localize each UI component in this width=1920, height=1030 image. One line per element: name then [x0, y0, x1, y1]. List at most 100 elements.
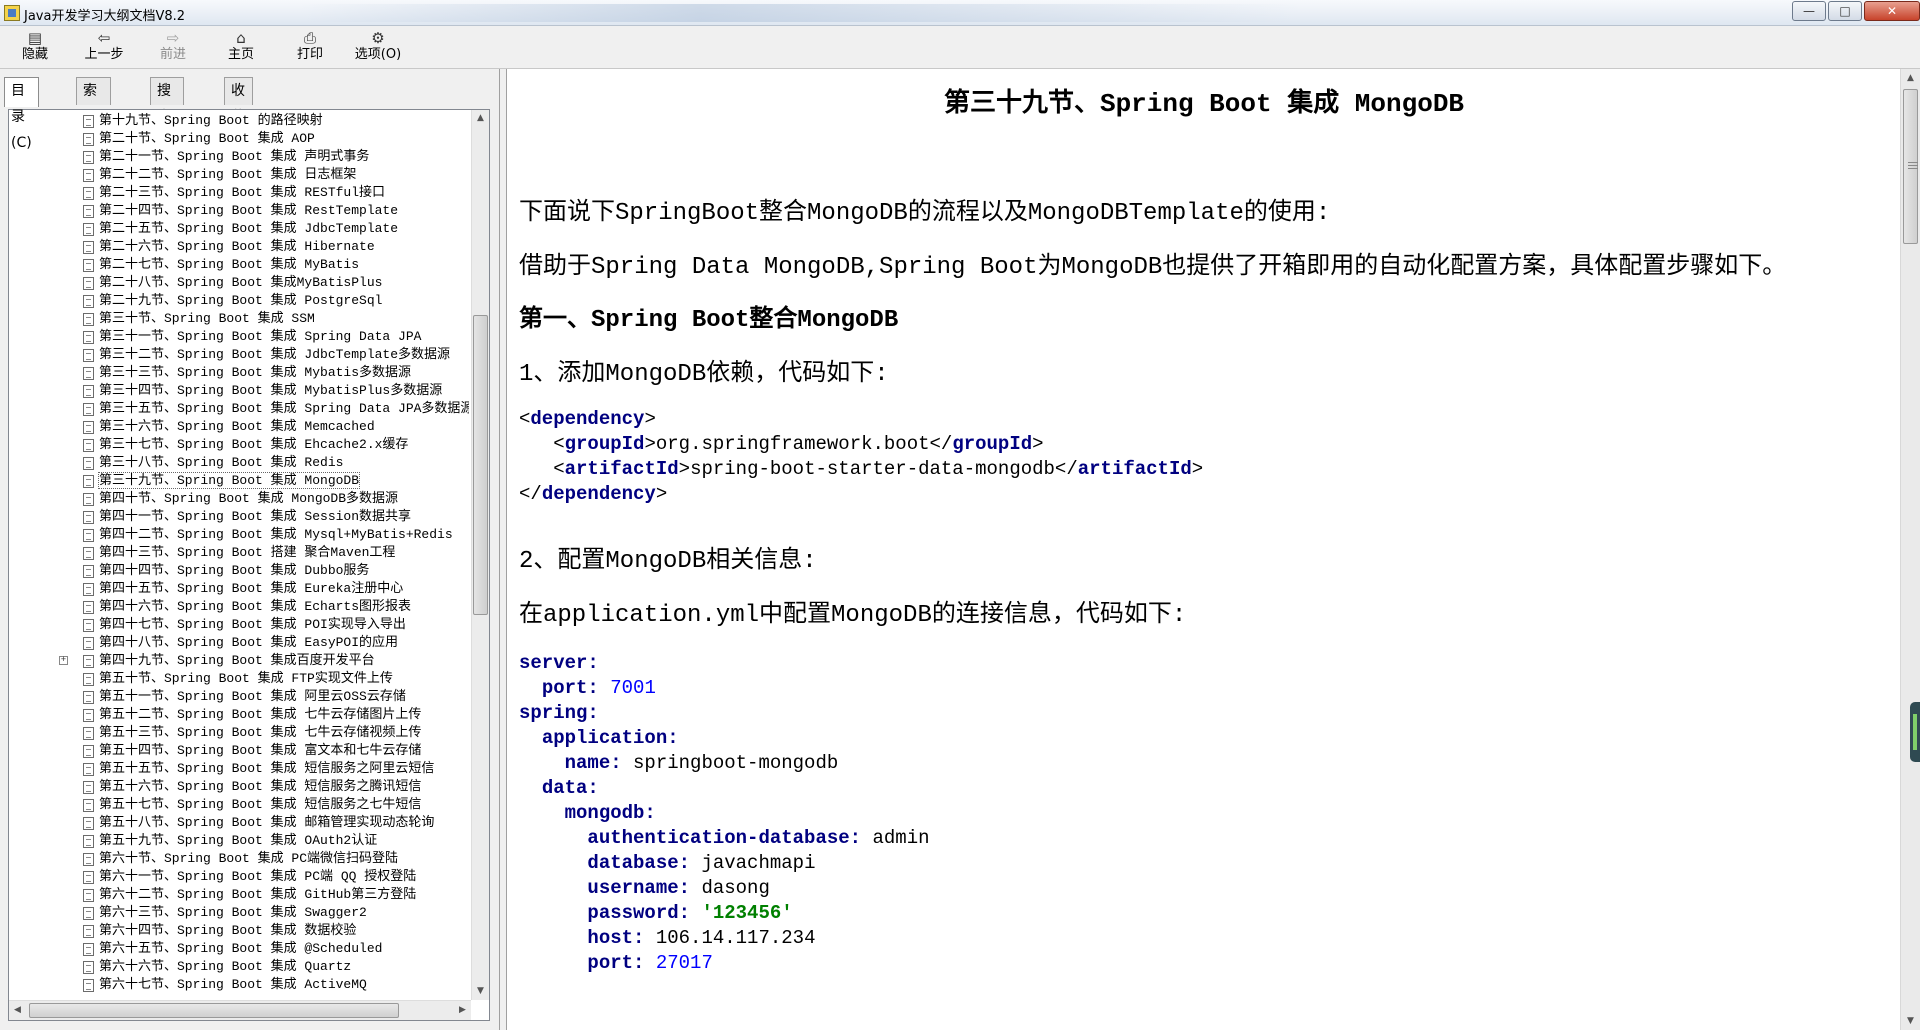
tree-item[interactable]: 第三十一节、Spring Boot 集成 Spring Data JPA	[9, 328, 469, 346]
close-button[interactable]: ✕	[1864, 1, 1920, 21]
scroll-up-arrow-icon[interactable]: ▲	[472, 110, 489, 127]
scroll-left-arrow-icon[interactable]: ◀	[9, 1002, 26, 1019]
tree-item[interactable]: 第二十四节、Spring Boot 集成 RestTemplate	[9, 202, 469, 220]
tree-item[interactable]: 第四十八节、Spring Boot 集成 EasyPOI的应用	[9, 634, 469, 652]
tree-item[interactable]: 第二十九节、Spring Boot 集成 PostgreSql	[9, 292, 469, 310]
tree-item-label: 第六十二节、Spring Boot 集成 GitHub第三方登陆	[99, 887, 417, 902]
tree-item[interactable]: 第六十三节、Spring Boot 集成 Swagger2	[9, 904, 469, 922]
document-icon	[83, 475, 94, 488]
document-icon	[83, 853, 94, 866]
tree-item[interactable]: 第六十六节、Spring Boot 集成 Quartz	[9, 958, 469, 976]
tab-contents[interactable]: 目录(C)	[4, 77, 39, 151]
tree-item[interactable]: 第三十节、Spring Boot 集成 SSM	[9, 310, 469, 328]
tree-item[interactable]: 第六十一节、Spring Boot 集成 PC端 QQ 授权登陆	[9, 868, 469, 886]
tree-item[interactable]: 第五十二节、Spring Boot 集成 七牛云存储图片上传	[9, 706, 469, 724]
tree-item[interactable]: 第六十二节、Spring Boot 集成 GitHub第三方登陆	[9, 886, 469, 904]
tree-item[interactable]: + 第四十九节、Spring Boot 集成百度开发平台	[9, 652, 469, 670]
tree-item[interactable]: 第四十五节、Spring Boot 集成 Eureka注册中心	[9, 580, 469, 598]
tree-horizontal-scrollbar[interactable]: ◀ ▶	[9, 1000, 471, 1020]
tree-item[interactable]: 第三十二节、Spring Boot 集成 JdbcTemplate多数据源	[9, 346, 469, 364]
options-button[interactable]: ⚙ 选项(O)	[347, 29, 409, 67]
hide-button[interactable]: ▤ 隐藏	[4, 29, 66, 67]
document-icon	[83, 205, 94, 218]
tree-item[interactable]: 第三十四节、Spring Boot 集成 MybatisPlus多数据源	[9, 382, 469, 400]
tab-index[interactable]: 索引(N)	[76, 77, 112, 151]
tree-vertical-scrollbar[interactable]: ▲ ▼	[471, 110, 489, 1000]
tree-item[interactable]: 第六十四节、Spring Boot 集成 数据校验	[9, 922, 469, 940]
tree-item[interactable]: 第三十八节、Spring Boot 集成 Redis	[9, 454, 469, 472]
yml-key: server:	[519, 652, 599, 674]
tab-favorites[interactable]: 收藏夹(I)	[224, 77, 254, 177]
document-icon	[83, 169, 94, 182]
tree-item[interactable]: 第四十二节、Spring Boot 集成 Mysql+MyBatis+Redis	[9, 526, 469, 544]
print-button[interactable]: ⎙ 打印	[279, 29, 341, 67]
tree-item[interactable]: 第五十一节、Spring Boot 集成 阿里云OSS云存储	[9, 688, 469, 706]
expand-plus-icon[interactable]: +	[59, 656, 68, 665]
tree-item-label: 第五十五节、Spring Boot 集成 短信服务之阿里云短信	[99, 761, 435, 776]
maximize-button[interactable]: □	[1828, 1, 1862, 21]
grip-line	[1908, 162, 1918, 163]
content-scroll-thumb[interactable]	[1903, 89, 1918, 244]
tree-item-label: 第二十五节、Spring Boot 集成 JdbcTemplate	[99, 221, 399, 236]
tree-item[interactable]: 第四十三节、Spring Boot 搭建 聚合Maven工程	[9, 544, 469, 562]
tree-item[interactable]: 第二十五节、Spring Boot 集成 JdbcTemplate	[9, 220, 469, 238]
tree-item[interactable]: 第四十节、Spring Boot 集成 MongoDB多数据源	[9, 490, 469, 508]
content-vertical-scrollbar[interactable]: ▲ ▼	[1900, 69, 1920, 1030]
document-icon	[83, 709, 94, 722]
tree-item[interactable]: 第三十三节、Spring Boot 集成 Mybatis多数据源	[9, 364, 469, 382]
tree-item[interactable]: 第二十八节、Spring Boot 集成MyBatisPlus	[9, 274, 469, 292]
tree-item[interactable]: 第五十四节、Spring Boot 集成 富文本和七牛云存储	[9, 742, 469, 760]
tree-item[interactable]: 第二十三节、Spring Boot 集成 RESTful接口	[9, 184, 469, 202]
tree-item[interactable]: 第三十六节、Spring Boot 集成 Memcached	[9, 418, 469, 436]
document-icon	[83, 907, 94, 920]
tree-item[interactable]: 第二十节、Spring Boot 集成 AOP	[9, 130, 469, 148]
tree-item[interactable]: 第四十四节、Spring Boot 集成 Dubbo服务	[9, 562, 469, 580]
xml-tag: dependency	[541, 483, 656, 505]
tree-item[interactable]: 第五十七节、Spring Boot 集成 短信服务之七牛短信	[9, 796, 469, 814]
tree-item[interactable]: 第五十六节、Spring Boot 集成 短信服务之腾讯短信	[9, 778, 469, 796]
tree-item[interactable]: 第六十七节、Spring Boot 集成 ActiveMQ	[9, 976, 469, 994]
tree-item[interactable]: 第三十七节、Spring Boot 集成 Ehcache2.x缓存	[9, 436, 469, 454]
forward-button[interactable]: ⇨ 前进	[142, 29, 204, 67]
tree-item-label: 第六十一节、Spring Boot 集成 PC端 QQ 授权登陆	[99, 869, 417, 884]
article: 第三十九节、Spring Boot 集成 MongoDB 下面说下SpringB…	[519, 69, 1889, 1030]
tree-item[interactable]: 第二十六节、Spring Boot 集成 Hibernate	[9, 238, 469, 256]
tree-item[interactable]: 第三十五节、Spring Boot 集成 Spring Data JPA多数据源	[9, 400, 469, 418]
document-icon	[83, 961, 94, 974]
step-2-heading: 2、配置MongoDB相关信息:	[519, 548, 817, 575]
content-scroll-up-arrow-icon[interactable]: ▲	[1901, 69, 1920, 87]
home-button[interactable]: ⌂ 主页	[210, 29, 272, 67]
document-icon	[83, 565, 94, 578]
tree-item[interactable]: 第二十二节、Spring Boot 集成 日志框架	[9, 166, 469, 184]
document-icon	[83, 799, 94, 812]
tree-item[interactable]: 第六十五节、Spring Boot 集成 @Scheduled	[9, 940, 469, 958]
tree-item[interactable]: 第五十九节、Spring Boot 集成 OAuth2认证	[9, 832, 469, 850]
tree-item[interactable]: 第四十七节、Spring Boot 集成 POI实现导入导出	[9, 616, 469, 634]
tab-search[interactable]: 搜索(S)	[150, 77, 184, 151]
yml-value: dasong	[701, 877, 770, 899]
content-scroll-down-arrow-icon[interactable]: ▼	[1901, 1012, 1920, 1030]
tree-item[interactable]: 第二十七节、Spring Boot 集成 MyBatis	[9, 256, 469, 274]
scroll-right-arrow-icon[interactable]: ▶	[454, 1002, 471, 1019]
tree-item[interactable]: 第四十一节、Spring Boot 集成 Session数据共享	[9, 508, 469, 526]
page-title: 第三十九节、Spring Boot 集成 MongoDB	[943, 89, 1465, 119]
tree-item-label: 第三十八节、Spring Boot 集成 Redis	[99, 455, 344, 470]
tree-item[interactable]: 第二十一节、Spring Boot 集成 声明式事务	[9, 148, 469, 166]
back-button[interactable]: ⇦ 上一步	[73, 29, 135, 67]
tree-item[interactable]: 第三十九节、Spring Boot 集成 MongoDB	[9, 472, 469, 490]
tree-item[interactable]: 第五十节、Spring Boot 集成 FTP实现文件上传	[9, 670, 469, 688]
tree-item-label: 第三十二节、Spring Boot 集成 JdbcTemplate多数据源	[99, 347, 451, 362]
scroll-thumb[interactable]	[473, 315, 488, 615]
tree-item[interactable]: 第五十五节、Spring Boot 集成 短信服务之阿里云短信	[9, 760, 469, 778]
tree-item-label: 第五十三节、Spring Boot 集成 七牛云存储视频上传	[99, 725, 422, 740]
tree-item[interactable]: 第六十节、Spring Boot 集成 PC端微信扫码登陆	[9, 850, 469, 868]
minimize-button[interactable]: —	[1792, 1, 1826, 21]
tree-item[interactable]: 第十九节、Spring Boot 的路径映射	[9, 112, 469, 130]
tree-item[interactable]: 第五十八节、Spring Boot 集成 邮箱管理实现动态轮询	[9, 814, 469, 832]
scroll-down-arrow-icon[interactable]: ▼	[472, 983, 489, 1000]
horizontal-scroll-thumb[interactable]	[29, 1003, 399, 1018]
side-handle[interactable]	[1910, 702, 1920, 762]
tree-item[interactable]: 第四十六节、Spring Boot 集成 Echarts图形报表	[9, 598, 469, 616]
tree-item[interactable]: 第五十三节、Spring Boot 集成 七牛云存储视频上传	[9, 724, 469, 742]
tree-item-label: 第二十六节、Spring Boot 集成 Hibernate	[99, 239, 375, 254]
